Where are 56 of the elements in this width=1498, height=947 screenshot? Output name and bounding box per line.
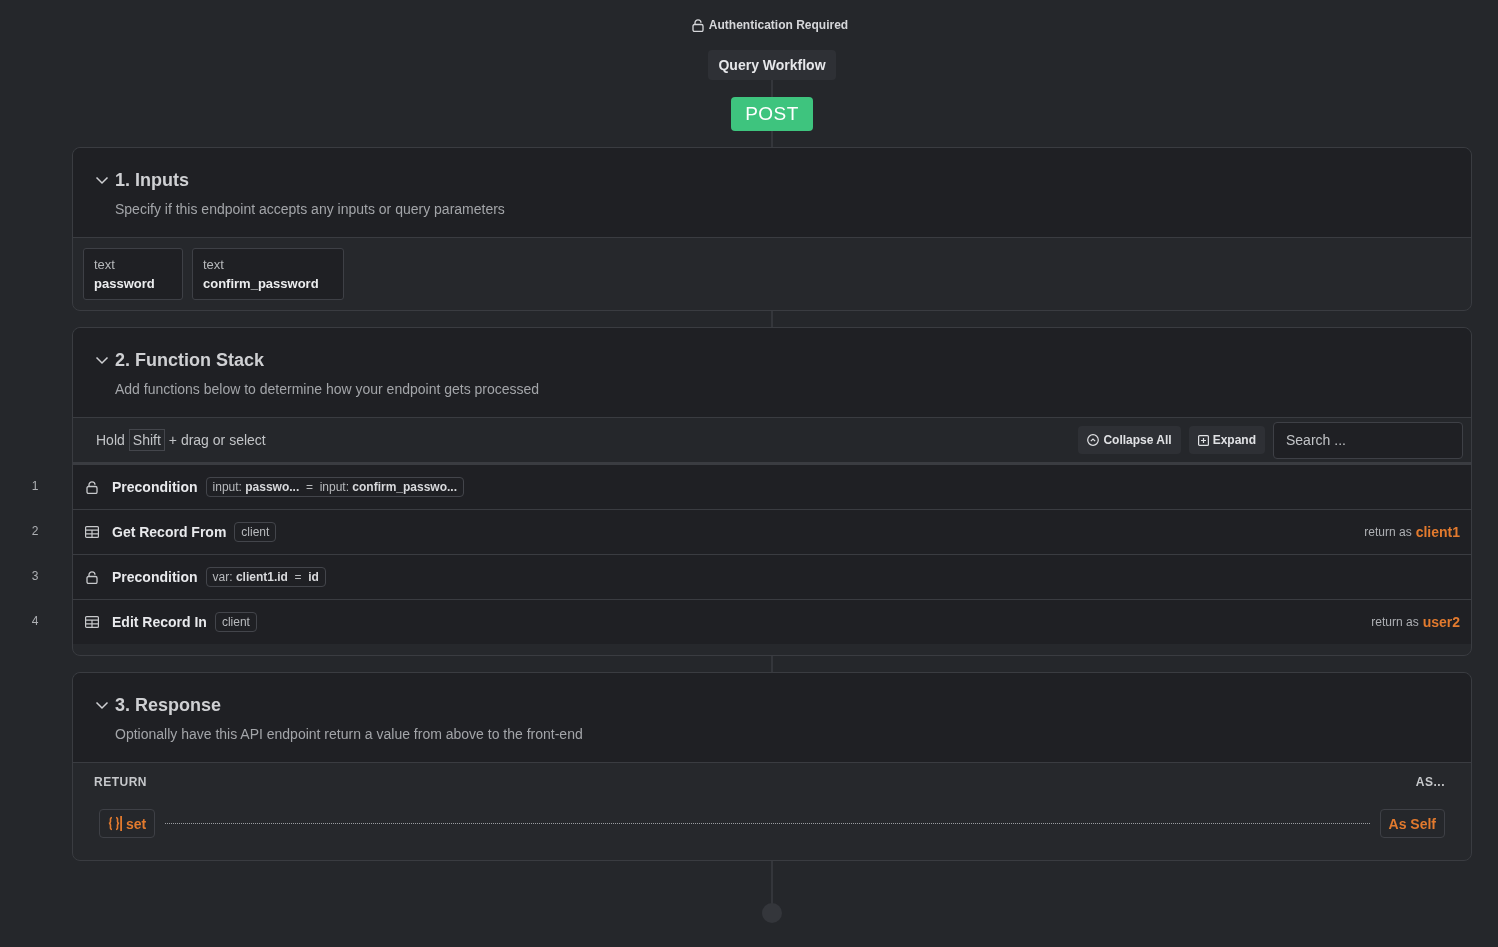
function-row[interactable]: Precondition input: passwo... = input: confirm_passwo... (73, 465, 1471, 509)
table-icon (85, 526, 99, 538)
expand-icon (1197, 434, 1209, 446)
input-type: text (94, 257, 116, 272)
return-label: return as (1364, 525, 1412, 539)
line-number: 4 (30, 614, 40, 628)
line-number: 3 (30, 569, 40, 583)
return-variable: client1 (1415, 524, 1460, 540)
search-field[interactable]: Search ... (1273, 421, 1463, 459)
function-row[interactable]: Edit Record In client return as user2 (73, 600, 1471, 644)
function-name: Edit Record In (112, 614, 207, 630)
shift-key: Shift (128, 429, 165, 451)
collapse-all-button[interactable]: Collapse All (1078, 426, 1181, 454)
column-heading: AS... (1415, 775, 1445, 789)
collapse-icon (1087, 434, 1100, 446)
section-title: 3. Response (115, 695, 222, 716)
function-name: Precondition (112, 569, 198, 585)
input-type: text (203, 257, 225, 272)
column-heading: RETURN (94, 775, 147, 789)
input-name: confirm_password (203, 276, 319, 291)
section-title: 2. Function Stack (115, 350, 265, 371)
function-name: Precondition (112, 479, 198, 495)
table-icon (85, 616, 99, 628)
return-variable: user2 (1422, 614, 1460, 630)
lock-icon (691, 18, 704, 32)
hint-text: + drag or select (168, 432, 266, 448)
auth-label: Authentication Required (708, 18, 849, 32)
lock-icon (86, 480, 98, 494)
section-description: Optionally have this API endpoint return a value from above to the front-end (115, 726, 584, 742)
function-row[interactable]: Get Record From client return as client1 (73, 510, 1471, 554)
function-name: Get Record From (112, 524, 227, 540)
line-number: 1 (30, 479, 40, 493)
parameter-chip: client (234, 522, 277, 542)
section-description: Add functions below to determine how your endpoint gets processed (115, 381, 541, 397)
chevron-icon[interactable] (95, 356, 109, 365)
parameter-chip: client (214, 612, 257, 632)
chevron-icon[interactable] (95, 176, 109, 185)
workflow-title: Query Workflow (708, 50, 836, 80)
section-title: 1. Inputs (115, 170, 189, 191)
section-description: Specify if this endpoint accepts any inputs or query parameters (115, 201, 506, 217)
parameter-chip: var: client1.id = id (205, 567, 326, 587)
input-card[interactable]: text confirm_password (192, 248, 344, 300)
braces-icon (108, 816, 122, 831)
input-card[interactable]: text password (83, 248, 183, 300)
hint-text: Hold (96, 432, 125, 448)
line-number: 2 (30, 524, 40, 538)
expand-button[interactable]: Expand (1188, 426, 1265, 454)
return-as-button[interactable]: As Self (1379, 809, 1445, 838)
function-row[interactable]: Precondition var: client1.id = id (73, 555, 1471, 599)
parameter-chip: input: passwo... = input: confirm_passwo... (205, 477, 465, 497)
method-badge: POST (731, 97, 813, 131)
lock-icon (86, 570, 98, 584)
chevron-icon[interactable] (95, 701, 109, 710)
input-name: password (94, 276, 156, 291)
return-value-button[interactable]: set (99, 809, 156, 838)
return-label: return as (1371, 615, 1419, 629)
